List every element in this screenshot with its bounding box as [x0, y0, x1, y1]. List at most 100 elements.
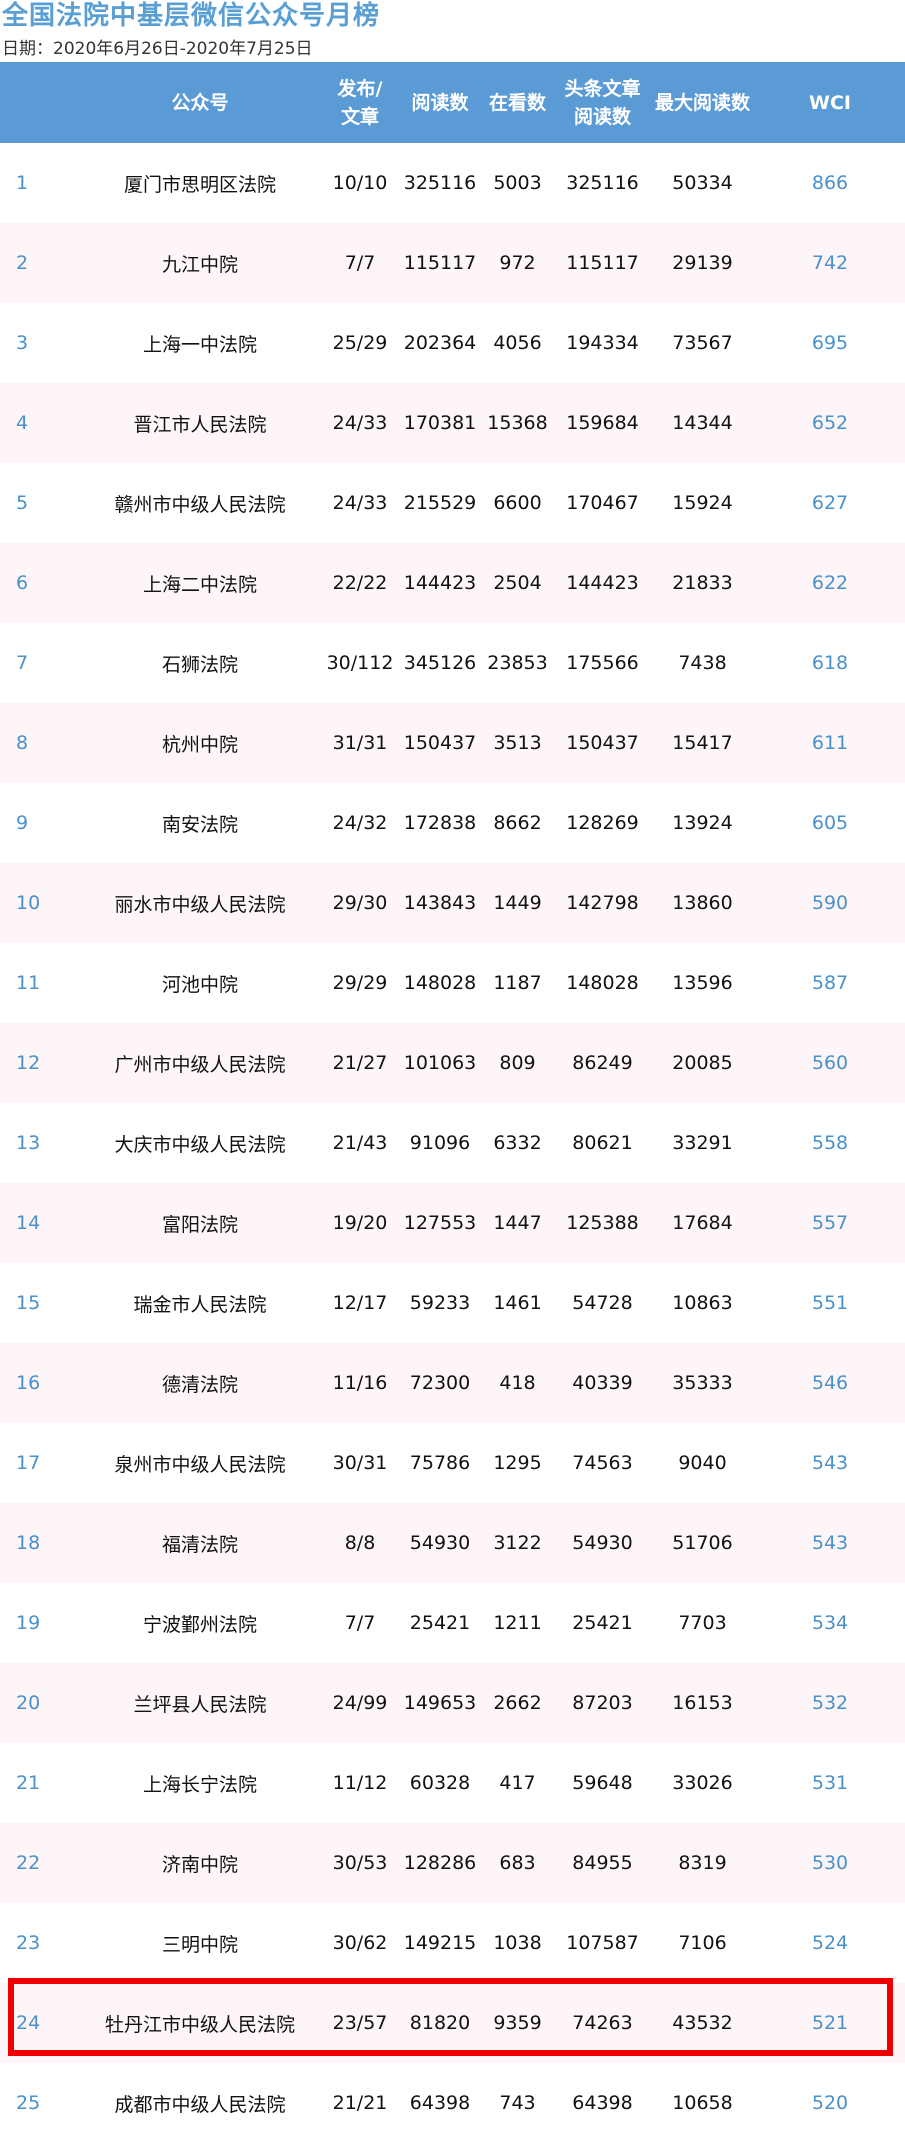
likes-cell: 4056 — [480, 303, 555, 383]
table-row: 17 泉州市中级人民法院 30/31 75786 1295 74563 9040 543 — [0, 1423, 905, 1503]
rank-cell: 14 — [0, 1183, 80, 1263]
account-name-cell: 上海长宁法院 — [80, 1743, 320, 1823]
table-row: 19 宁波鄞州法院 7/7 25421 1211 25421 7703 534 — [0, 1583, 905, 1663]
reads-cell: 64398 — [400, 2063, 480, 2143]
table-row: 7 石狮法院 30/112 345126 23853 175566 7438 618 — [0, 623, 905, 703]
date-range: 日期：2020年6月26日-2020年7月25日 — [2, 39, 313, 59]
likes-cell: 5003 — [480, 143, 555, 223]
max-reads-cell: 14344 — [650, 383, 755, 463]
likes-cell: 9359 — [480, 1983, 555, 2063]
publish-cell: 8/8 — [320, 1503, 400, 1583]
table-row: 10 丽水市中级人民法院 29/30 143843 1449 142798 13860 590 — [0, 863, 905, 943]
publish-cell: 11/12 — [320, 1743, 400, 1823]
rank-cell: 22 — [0, 1823, 80, 1903]
wci-cell: 558 — [755, 1103, 905, 1183]
table-row: 22 济南中院 30/53 128286 683 84955 8319 530 — [0, 1823, 905, 1903]
headline-reads-cell: 25421 — [555, 1583, 650, 1663]
rank-cell: 19 — [0, 1583, 80, 1663]
publish-cell: 22/22 — [320, 543, 400, 623]
publish-cell: 29/30 — [320, 863, 400, 943]
account-name-cell: 牡丹江市中级人民法院 — [80, 1983, 320, 2063]
publish-cell: 29/29 — [320, 943, 400, 1023]
publish-cell: 30/53 — [320, 1823, 400, 1903]
reads-cell: 91096 — [400, 1103, 480, 1183]
table-row: 23 三明中院 30/62 149215 1038 107587 7106 524 — [0, 1903, 905, 1983]
wci-cell: 652 — [755, 383, 905, 463]
wci-cell: 587 — [755, 943, 905, 1023]
headline-reads-cell: 54930 — [555, 1503, 650, 1583]
max-reads-cell: 13860 — [650, 863, 755, 943]
publish-cell: 24/32 — [320, 783, 400, 863]
wci-cell: 543 — [755, 1503, 905, 1583]
account-name-cell: 晋江市人民法院 — [80, 383, 320, 463]
likes-cell: 2504 — [480, 543, 555, 623]
likes-cell: 743 — [480, 2063, 555, 2143]
account-name-cell: 河池中院 — [80, 943, 320, 1023]
headline-reads-cell: 54728 — [555, 1263, 650, 1343]
table-row: 6 上海二中法院 22/22 144423 2504 144423 21833 622 — [0, 543, 905, 623]
wci-cell: 605 — [755, 783, 905, 863]
reads-header: 阅读数 — [400, 62, 480, 143]
reads-cell: 127553 — [400, 1183, 480, 1263]
wci-header: WCI — [755, 62, 905, 143]
rank-cell: 6 — [0, 543, 80, 623]
max-reads-cell: 10863 — [650, 1263, 755, 1343]
table-row: 11 河池中院 29/29 148028 1187 148028 13596 587 — [0, 943, 905, 1023]
reads-cell: 81820 — [400, 1983, 480, 2063]
header-row: 公众号 发布/ 文章 阅读数 在看数 头条文章 阅读数 最大阅读数 WCI — [0, 62, 905, 143]
max-reads-cell: 7703 — [650, 1583, 755, 1663]
account-name-cell: 厦门市思明区法院 — [80, 143, 320, 223]
rank-cell: 21 — [0, 1743, 80, 1823]
rank-cell: 18 — [0, 1503, 80, 1583]
table-row: 9 南安法院 24/32 172838 8662 128269 13924 605 — [0, 783, 905, 863]
wci-cell: 557 — [755, 1183, 905, 1263]
max-reads-cell: 9040 — [650, 1423, 755, 1503]
publish-cell: 7/7 — [320, 223, 400, 303]
reads-cell: 149653 — [400, 1663, 480, 1743]
table-row: 16 德清法院 11/16 72300 418 40339 35333 546 — [0, 1343, 905, 1423]
likes-cell: 1211 — [480, 1583, 555, 1663]
max-reads-cell: 15924 — [650, 463, 755, 543]
table-body: 1 厦门市思明区法院 10/10 325116 5003 325116 50334 866 2 九… — [0, 143, 905, 2143]
reads-cell: 115117 — [400, 223, 480, 303]
wci-cell: 524 — [755, 1903, 905, 1983]
headline-reads-cell: 40339 — [555, 1343, 650, 1423]
rank-header — [0, 62, 80, 143]
account-name-cell: 石狮法院 — [80, 623, 320, 703]
reads-cell: 215529 — [400, 463, 480, 543]
likes-cell: 1449 — [480, 863, 555, 943]
page-title: 全国法院中基层微信公众号月榜 — [2, 1, 381, 31]
reads-cell: 172838 — [400, 783, 480, 863]
max-reads-cell: 43532 — [650, 1983, 755, 2063]
account-name-cell: 赣州市中级人民法院 — [80, 463, 320, 543]
wci-cell: 611 — [755, 703, 905, 783]
likes-cell: 15368 — [480, 383, 555, 463]
publish-cell: 24/99 — [320, 1663, 400, 1743]
publish-cell: 30/112 — [320, 623, 400, 703]
rank-cell: 2 — [0, 223, 80, 303]
likes-cell: 417 — [480, 1743, 555, 1823]
max-reads-cell: 50334 — [650, 143, 755, 223]
publish-cell: 30/31 — [320, 1423, 400, 1503]
likes-cell: 809 — [480, 1023, 555, 1103]
table-row: 12 广州市中级人民法院 21/27 101063 809 86249 20085 560 — [0, 1023, 905, 1103]
rank-cell: 1 — [0, 143, 80, 223]
rank-cell: 20 — [0, 1663, 80, 1743]
publish-cell: 19/20 — [320, 1183, 400, 1263]
likes-cell: 1447 — [480, 1183, 555, 1263]
reads-cell: 148028 — [400, 943, 480, 1023]
max-reads-cell: 13924 — [650, 783, 755, 863]
likes-cell: 683 — [480, 1823, 555, 1903]
table-header: 公众号 发布/ 文章 阅读数 在看数 头条文章 阅读数 最大阅读数 WCI — [0, 62, 905, 143]
max-reads-cell: 10658 — [650, 2063, 755, 2143]
rank-cell: 25 — [0, 2063, 80, 2143]
likes-cell: 1295 — [480, 1423, 555, 1503]
reads-cell: 149215 — [400, 1903, 480, 1983]
rank-cell: 9 — [0, 783, 80, 863]
publish-header: 发布/ 文章 — [320, 62, 400, 143]
likes-cell: 2662 — [480, 1663, 555, 1743]
table-row: 4 晋江市人民法院 24/33 170381 15368 159684 14344 652 — [0, 383, 905, 463]
table-row: 20 兰坪县人民法院 24/99 149653 2662 87203 16153 532 — [0, 1663, 905, 1743]
publish-cell: 12/17 — [320, 1263, 400, 1343]
table-row: 15 瑞金市人民法院 12/17 59233 1461 54728 10863 551 — [0, 1263, 905, 1343]
